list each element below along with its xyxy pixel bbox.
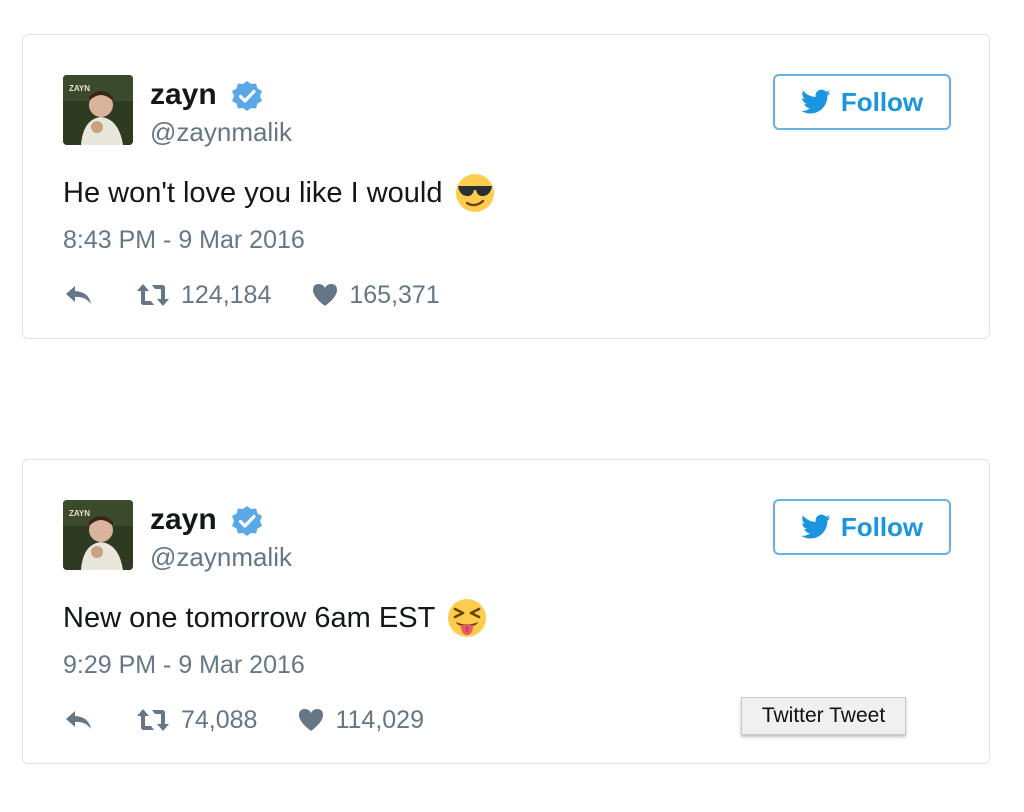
follow-button[interactable]: Follow	[773, 74, 951, 130]
tongue-out-squinting-emoji-icon	[448, 599, 487, 637]
like-count: 114,029	[335, 705, 424, 734]
page: ZAYN zayn @zaynmalik Follow He won't lov…	[0, 0, 1024, 812]
twitter-bird-icon	[800, 89, 831, 114]
retweet-button[interactable]: 74,088	[135, 706, 257, 735]
avatar[interactable]: ZAYN	[63, 500, 133, 570]
avatar-image: ZAYN	[63, 500, 133, 570]
retweet-icon	[137, 709, 169, 731]
avatar-image: ZAYN	[63, 75, 133, 145]
retweet-icon	[137, 284, 169, 306]
tweet-text: New one tomorrow 6am EST	[63, 598, 487, 638]
follow-label: Follow	[840, 86, 924, 117]
verified-badge-icon	[232, 506, 262, 536]
avatar-logo-text: ZAYN	[69, 84, 90, 93]
reply-icon	[66, 711, 91, 729]
timestamp[interactable]: 9:29 PM - 9 Mar 2016	[63, 648, 305, 682]
tweet-actions: 124,184 165,371	[63, 275, 440, 315]
verified-badge-icon	[232, 81, 262, 111]
timestamp[interactable]: 8:43 PM - 9 Mar 2016	[63, 223, 305, 257]
tweet-card: ZAYN zayn @zaynmalik Follow He won't lov…	[22, 34, 990, 339]
follow-button[interactable]: Follow	[773, 499, 951, 555]
retweet-button[interactable]: 124,184	[135, 281, 271, 310]
handle[interactable]: @zaynmalik	[150, 540, 292, 574]
sunglasses-emoji-icon	[455, 174, 494, 212]
retweet-count: 74,088	[181, 705, 258, 734]
tooltip: Twitter Tweet	[741, 697, 906, 735]
display-name[interactable]: zayn	[150, 500, 217, 540]
tweet-text-content: New one tomorrow 6am EST	[63, 602, 436, 634]
reply-button[interactable]	[63, 282, 95, 308]
tweet-actions: 74,088 114,029	[63, 700, 424, 740]
twitter-bird-icon	[800, 514, 831, 539]
reply-icon	[66, 286, 91, 304]
heart-icon	[313, 284, 338, 306]
follow-label: Follow	[840, 511, 924, 542]
avatar[interactable]: ZAYN	[63, 75, 133, 145]
tweet-text-content: He won't love you like I would	[63, 177, 443, 209]
handle[interactable]: @zaynmalik	[150, 115, 292, 149]
reply-button[interactable]	[63, 707, 95, 733]
display-name[interactable]: zayn	[150, 75, 217, 115]
avatar-logo-text: ZAYN	[69, 509, 90, 518]
like-button[interactable]: 114,029	[297, 706, 424, 735]
like-button[interactable]: 165,371	[311, 280, 440, 310]
heart-icon	[299, 709, 324, 731]
tweet-text: He won't love you like I would	[63, 173, 495, 213]
retweet-count: 124,184	[181, 280, 272, 309]
like-count: 165,371	[349, 280, 440, 309]
